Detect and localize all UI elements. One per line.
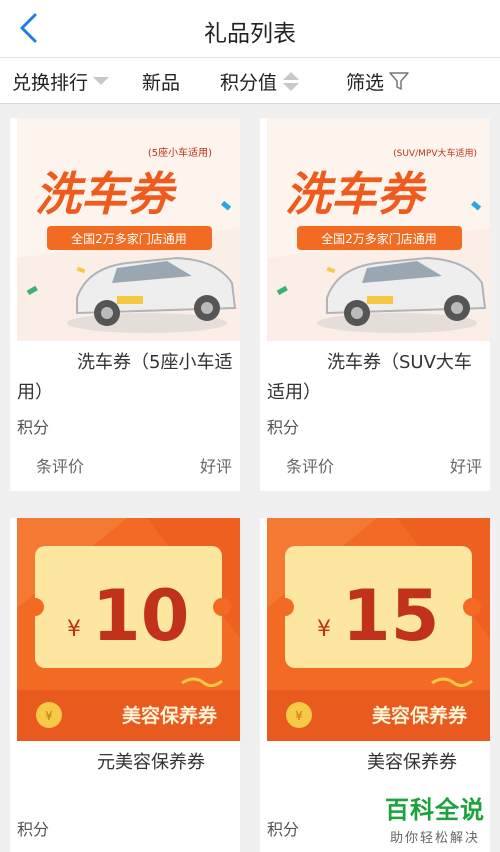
gift-name: 元美容保养券 [97,752,205,773]
gift-reviews: 条评价 [286,457,335,476]
gift-image-headline: 洗车券 [285,167,427,221]
sort-icon [283,71,300,91]
watermark-subtitle: 助你轻松解决 [389,831,480,846]
header-bar: 礼品列表 [0,0,500,58]
gift-good-rate: 好评 [449,457,482,476]
filter-new-label: 新品 [142,71,181,94]
funnel-icon [389,72,409,90]
filter-screen[interactable]: 筛选 [346,58,410,104]
gift-reviews: 条评价 [36,457,85,476]
gift-name: 美容保养券 [367,752,457,773]
gift-name: 洗车券（SUV大车适用） [267,352,472,403]
gift-image-tag: (5座小车适用) [148,146,212,159]
voucher-label: 美容保养券 [372,704,468,727]
voucher-label: 美容保养券 [122,704,218,727]
gift-image-tag: (SUV/MPV大车适用) [393,147,477,159]
gift-card[interactable]: (5座小车适用) 洗车券 全国2万多家门店通用 洗车券（5座小车适用） 积分 条… [10,118,240,491]
gift-points: 积分 [17,418,50,437]
gift-card[interactable]: (SUV/MPV大车适用) 洗车券 全国2万多家门店通用 洗车券（SUV大车适用… [260,118,490,491]
filter-new[interactable]: 新品 [142,58,180,104]
gift-image-banner: 全国2万多家门店通用 [321,231,437,246]
filter-points-label: 积分值 [220,71,278,94]
filter-rank-label: 兑换排行 [12,71,89,94]
gift-image: (SUV/MPV大车适用) 洗车券 全国2万多家门店通用 [267,118,490,341]
gift-image: ¥ 10 ¥ 美容保养券 [17,518,240,741]
watermark-logo: 百科全说 助你轻松解决 [375,790,495,846]
coin-symbol: ¥ [295,709,303,723]
gift-good-rate: 好评 [199,457,232,476]
gift-points: 积分 [267,820,300,839]
gift-image: ¥ 15 ¥ 美容保养券 [267,518,490,741]
filter-bar: 兑换排行 新品 积分值 筛选 [0,58,500,104]
filter-points[interactable]: 积分值 [220,58,300,104]
page-title: 礼品列表 [204,21,296,47]
gift-image-banner: 全国2万多家门店通用 [71,231,187,246]
voucher-amount: 10 [92,575,189,657]
gift-image: (5座小车适用) 洗车券 全国2万多家门店通用 [17,118,240,341]
caret-down-icon [93,77,110,85]
filter-rank[interactable]: 兑换排行 [12,58,110,104]
gift-points: 积分 [17,820,50,839]
gift-image-headline: 洗车券 [35,167,177,221]
gift-points: 积分 [267,418,300,437]
filter-screen-label: 筛选 [346,71,385,94]
gift-name: 洗车券（5座小车适用） [17,352,233,403]
currency-symbol: ¥ [317,617,331,642]
watermark-title: 百科全说 [385,796,485,824]
gift-card[interactable]: ¥ 10 ¥ 美容保养券 元美容保养券 积分 [10,518,240,852]
currency-symbol: ¥ [67,617,81,642]
coin-symbol: ¥ [45,709,53,723]
voucher-amount: 15 [342,575,439,657]
